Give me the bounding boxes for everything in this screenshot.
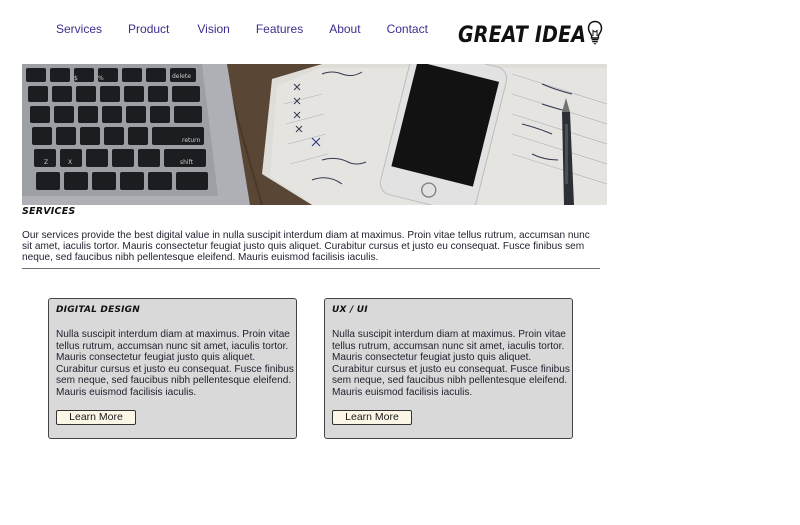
logo-text: GREAT IDEA bbox=[458, 22, 587, 48]
nav-link-services[interactable]: Services bbox=[56, 20, 102, 38]
page: Services Product Vision Features About C… bbox=[0, 0, 800, 525]
services-heading: Services bbox=[22, 206, 76, 217]
hero-photo: $% delete returnZ X shift bbox=[22, 64, 607, 205]
nav-link-about[interactable]: About bbox=[329, 20, 360, 38]
logo[interactable]: GREAT IDEA bbox=[458, 20, 603, 50]
service-card-digital-design: Digital Design Nulla suscipit interdum d… bbox=[48, 298, 297, 439]
nav-link-vision[interactable]: Vision bbox=[197, 20, 229, 38]
nav-link-features[interactable]: Features bbox=[256, 20, 303, 38]
lightbulb-icon bbox=[587, 20, 603, 51]
service-card-ux-ui: UX / UI Nulla suscipit interdum diam at … bbox=[324, 298, 573, 439]
services-intro-text: Our services provide the best digital va… bbox=[22, 230, 590, 263]
learn-more-button[interactable]: Learn More bbox=[332, 410, 412, 425]
nav-link-contact[interactable]: Contact bbox=[387, 20, 428, 38]
main-nav: Services Product Vision Features About C… bbox=[56, 20, 454, 38]
section-divider bbox=[22, 268, 600, 269]
card-text: Nulla suscipit interdum diam at maximus.… bbox=[56, 329, 294, 398]
nav-link-product[interactable]: Product bbox=[128, 20, 169, 38]
card-title: Digital Design bbox=[56, 305, 140, 315]
learn-more-button[interactable]: Learn More bbox=[56, 410, 136, 425]
card-text: Nulla suscipit interdum diam at maximus.… bbox=[332, 329, 570, 398]
card-title: UX / UI bbox=[332, 305, 368, 315]
hero-image: $% delete return Z X shift bbox=[22, 64, 607, 205]
